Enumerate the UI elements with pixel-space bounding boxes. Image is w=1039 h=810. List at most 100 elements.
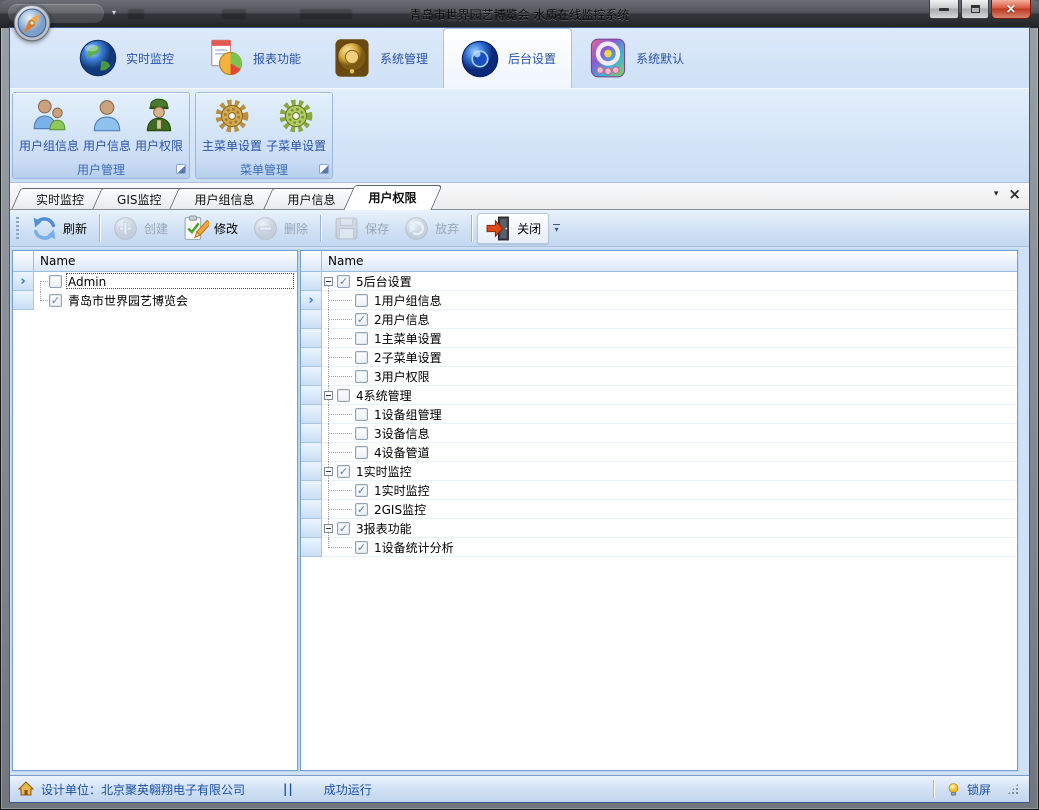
ribbon-tab-3[interactable]: 后台设置 — [443, 28, 572, 88]
tree-row[interactable]: › Admin — [13, 272, 297, 291]
tree-row[interactable]: 1设备组管理 — [301, 405, 1017, 424]
tree-item-label[interactable]: 3报表功能 — [356, 520, 412, 537]
tree-checkbox[interactable]: ✓ — [355, 313, 368, 326]
tree-checkbox[interactable] — [355, 370, 368, 383]
toolbar-button-刷新[interactable]: 刷新 — [24, 213, 94, 244]
toolbar-button-保存[interactable]: 保存 — [326, 213, 396, 244]
ribbon-button[interactable]: 用户信息 — [81, 96, 133, 155]
tree-item-label[interactable]: 1实时监控 — [356, 463, 412, 480]
tree-row[interactable]: ✓ 3报表功能 — [301, 519, 1017, 538]
ribbon-button[interactable]: 用户权限 — [133, 96, 185, 155]
users-group-icon — [30, 97, 68, 135]
toolbar-button-label: 刷新 — [63, 220, 87, 237]
tree-item-label[interactable]: 3设备信息 — [374, 425, 430, 442]
doc-tab-1[interactable]: GIS监控 — [97, 188, 181, 209]
tree-row[interactable]: ✓ 1实时监控 — [301, 481, 1017, 500]
permissions-tree-panel: Name ✓ 5后台设置 › 1用户组信息 ✓ 2用户信息 1主菜单设置 — [300, 250, 1018, 771]
ribbon-tab-0[interactable]: 实时监控 — [62, 28, 189, 88]
toolbar-separator — [320, 215, 321, 242]
tree-checkbox[interactable] — [355, 294, 368, 307]
tree-item-label[interactable]: 5后台设置 — [356, 273, 412, 290]
tree-checkbox[interactable] — [355, 332, 368, 345]
toolbar-button-删除[interactable]: 删除 — [245, 213, 315, 244]
tree-row[interactable]: 2子菜单设置 — [301, 348, 1017, 367]
ribbon-tab-4[interactable]: 系统默认 — [572, 28, 699, 88]
expand-toggle-icon[interactable] — [324, 277, 333, 286]
tree-row[interactable]: ✓ 1实时监控 — [301, 462, 1017, 481]
close-button[interactable]: × — [991, 0, 1031, 19]
doc-tab-3[interactable]: 用户信息 — [268, 188, 356, 209]
toolbar-button-修改[interactable]: 修改 — [175, 213, 245, 244]
tree-item-label[interactable]: 1实时监控 — [374, 482, 430, 499]
ribbon-tab-2[interactable]: 系统管理 — [316, 28, 443, 88]
row-indicator-cell — [301, 329, 322, 348]
tab-list-dropdown-icon[interactable]: ▾ — [994, 189, 999, 199]
dialog-launcher-icon[interactable] — [319, 164, 329, 174]
tab-close-icon[interactable]: × — [1008, 188, 1021, 200]
tree-row[interactable]: 1主菜单设置 — [301, 329, 1017, 348]
left-column-header[interactable]: Name — [34, 251, 297, 272]
tree-row[interactable]: 3设备信息 — [301, 424, 1017, 443]
title-bar[interactable]: ▾ 青岛市世界园艺博览会 水质在线监控系统 × — [0, 0, 1039, 28]
expand-toggle-icon[interactable] — [324, 467, 333, 476]
tree-checkbox[interactable]: ✓ — [337, 275, 350, 288]
tree-item-label[interactable]: 1主菜单设置 — [374, 330, 442, 347]
tree-item-label[interactable]: 2GIS监控 — [374, 501, 426, 518]
ribbon-button[interactable]: 主菜单设置 — [200, 96, 264, 155]
restore-button[interactable] — [961, 0, 989, 19]
tree-row[interactable]: › 1用户组信息 — [301, 291, 1017, 310]
doc-tab-2[interactable]: 用户组信息 — [174, 188, 274, 209]
toolbar-button-创建[interactable]: 创建 — [105, 213, 175, 244]
user-officer-icon — [140, 97, 178, 135]
tree-row[interactable]: ✓ 2用户信息 — [301, 310, 1017, 329]
app-compass-icon[interactable] — [12, 3, 52, 43]
tree-row[interactable]: ✓ 1设备统计分析 — [301, 538, 1017, 557]
minimize-button[interactable] — [929, 0, 959, 19]
tree-checkbox[interactable]: ✓ — [355, 484, 368, 497]
ribbon-button-label: 用户权限 — [135, 137, 183, 154]
tree-item-label[interactable]: 1用户组信息 — [374, 292, 442, 309]
ribbon-tab-label: 系统管理 — [380, 50, 428, 67]
tree-item-label[interactable]: 2用户信息 — [374, 311, 430, 328]
toolbar-grip[interactable] — [16, 217, 19, 239]
tree-checkbox[interactable]: ✓ — [337, 522, 350, 535]
tree-row[interactable]: 4设备管道 — [301, 443, 1017, 462]
tree-item-label[interactable]: 3用户权限 — [374, 368, 430, 385]
dialog-launcher-icon[interactable] — [176, 164, 186, 174]
toolbar-button-关闭[interactable]: 关闭 — [477, 213, 549, 244]
doc-tab-0[interactable]: 实时监控 — [16, 188, 104, 209]
tree-item-label[interactable]: 1设备组管理 — [374, 406, 442, 423]
ribbon-button[interactable]: 用户组信息 — [17, 96, 81, 155]
right-column-header[interactable]: Name — [322, 251, 1017, 272]
tree-checkbox[interactable] — [355, 427, 368, 440]
tree-row[interactable]: ✓ 青岛市世界园艺博览会 — [13, 291, 297, 310]
resize-grip[interactable] — [1007, 783, 1019, 795]
toolbar-overflow-button[interactable]: ▾ — [553, 224, 560, 233]
expand-toggle-icon[interactable] — [324, 391, 333, 400]
tree-item-label[interactable]: 4系统管理 — [356, 387, 412, 404]
tree-checkbox[interactable]: ✓ — [355, 503, 368, 516]
tree-checkbox[interactable] — [355, 446, 368, 459]
tree-checkbox[interactable] — [355, 408, 368, 421]
tree-item-label[interactable]: 2子菜单设置 — [374, 349, 442, 366]
doc-tab-4[interactable]: 用户权限 — [349, 185, 437, 209]
expand-toggle-icon[interactable] — [324, 524, 333, 533]
tree-checkbox[interactable] — [355, 351, 368, 364]
ribbon-button[interactable]: 子菜单设置 — [264, 96, 328, 155]
tree-checkbox[interactable]: ✓ — [49, 294, 62, 307]
tree-checkbox[interactable]: ✓ — [355, 541, 368, 554]
tree-item-label[interactable]: 4设备管道 — [374, 444, 430, 461]
tree-row[interactable]: 3用户权限 — [301, 367, 1017, 386]
tree-checkbox[interactable] — [49, 275, 62, 288]
tree-item-label[interactable]: 青岛市世界园艺博览会 — [68, 292, 188, 309]
tree-checkbox[interactable] — [337, 389, 350, 402]
row-indicator-cell — [301, 481, 322, 500]
tree-checkbox[interactable]: ✓ — [337, 465, 350, 478]
tree-item-label[interactable]: 1设备统计分析 — [374, 539, 454, 556]
lock-screen-button[interactable]: 锁屏 — [967, 781, 991, 798]
tree-row[interactable]: ✓ 5后台设置 — [301, 272, 1017, 291]
ribbon-tab-1[interactable]: 报表功能 — [189, 28, 316, 88]
toolbar-button-放弃[interactable]: 放弃 — [396, 213, 466, 244]
tree-row[interactable]: ✓ 2GIS监控 — [301, 500, 1017, 519]
tree-row[interactable]: 4系统管理 — [301, 386, 1017, 405]
